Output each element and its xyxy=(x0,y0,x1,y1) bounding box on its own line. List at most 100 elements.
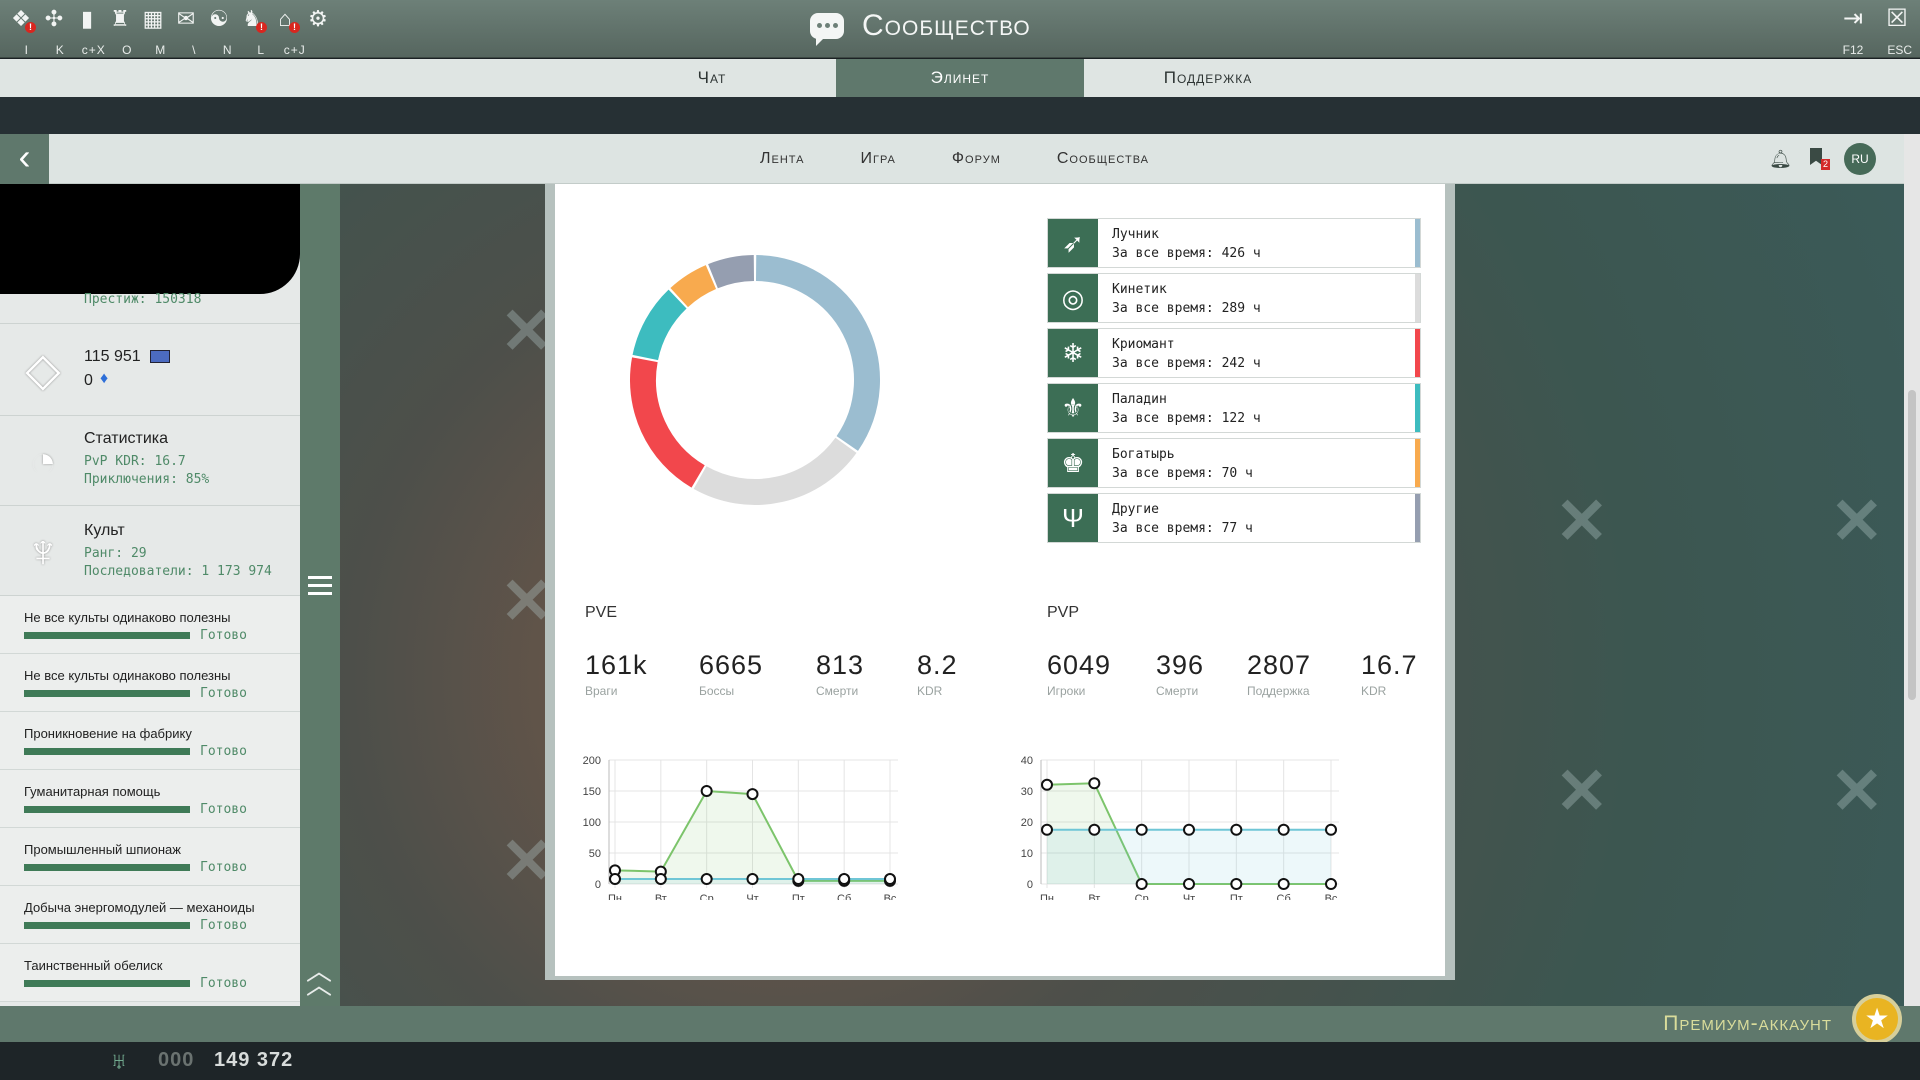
class-row-paladin[interactable]: ⚜ Паладин За все время: 122 ч xyxy=(1047,383,1421,433)
donut-slice[interactable] xyxy=(630,357,706,488)
class-name: Паладин xyxy=(1112,392,1167,407)
character-icon[interactable]: ♜ xyxy=(105,4,135,34)
quest-item[interactable]: Добыча энергомодулей — механоиды Готово xyxy=(0,886,300,944)
inventory-icon[interactable]: ❖! xyxy=(6,4,36,34)
premium-account-link[interactable]: Премиум-аккаунт xyxy=(1663,1012,1832,1036)
close-icon[interactable]: ☒ xyxy=(1884,6,1910,32)
house-icon[interactable]: ⌂! xyxy=(270,4,300,34)
nav-communities[interactable]: Сообщества xyxy=(1057,134,1149,184)
nav-feed[interactable]: Лента xyxy=(760,134,804,184)
diamond-icon: ◇ xyxy=(25,343,61,395)
data-point[interactable] xyxy=(746,788,759,801)
data-point[interactable] xyxy=(654,873,667,886)
profile-header: Престиж: 150318 xyxy=(0,184,300,324)
double-chevron-up-icon[interactable]: ︿ ︿ xyxy=(306,958,332,998)
scrollbar-thumb[interactable] xyxy=(1908,390,1916,700)
stats-icon[interactable]: ▮ xyxy=(72,4,102,34)
data-point[interactable] xyxy=(1041,823,1053,836)
data-point[interactable] xyxy=(700,785,713,797)
stats-block[interactable]: ◔ Статистика PvP KDR: 16.7 Приключения: … xyxy=(0,416,300,506)
class-row-cryomancer[interactable]: ❄ Криомант За все время: 242 ч xyxy=(1047,328,1421,378)
quest-item[interactable]: Проникновение на фабрику Готово xyxy=(0,712,300,770)
y-tick-label: 30 xyxy=(1021,786,1033,798)
settings-gear-icon[interactable]: ⚙ xyxy=(303,4,333,34)
cult-block[interactable]: ♆ Культ Ранг: 29 Последователи: 1 173 97… xyxy=(0,506,300,596)
class-time: За все время: 77 ч xyxy=(1112,521,1253,536)
data-point[interactable] xyxy=(700,873,713,886)
quest-item[interactable]: Таинственный обелиск Готово xyxy=(0,944,300,1002)
data-point[interactable] xyxy=(1325,823,1337,836)
donut-slice[interactable] xyxy=(755,255,880,451)
quest-status: Готово xyxy=(200,860,247,875)
class-time: За все время: 242 ч xyxy=(1112,356,1261,371)
y-tick-label: 20 xyxy=(1021,817,1033,829)
class-name: Другие xyxy=(1112,502,1159,517)
data-point[interactable] xyxy=(1041,778,1053,791)
donut-slice[interactable] xyxy=(632,289,687,361)
hamburger-menu-icon[interactable] xyxy=(308,576,332,600)
donut-slice[interactable] xyxy=(693,437,857,505)
language-button[interactable]: RU xyxy=(1844,143,1876,175)
data-point[interactable] xyxy=(1135,823,1148,836)
currency-leading-zeros: 000 xyxy=(158,1049,195,1071)
class-row-archer[interactable]: ➶ Лучник За все время: 426 ч xyxy=(1047,218,1421,268)
class-row-other[interactable]: Ψ Другие За все время: 77 ч xyxy=(1047,493,1421,543)
skills-icon[interactable]: ✣ xyxy=(39,4,69,34)
data-point[interactable] xyxy=(1230,878,1243,890)
map-icon[interactable]: ▦ xyxy=(138,4,168,34)
quest-item[interactable]: Не все культы одинаково полезны Готово xyxy=(0,596,300,654)
data-point[interactable] xyxy=(1183,878,1195,890)
page-scrollbar[interactable] xyxy=(1904,134,1920,1006)
sidebar-strip: ︿ ︿ xyxy=(300,184,340,1006)
class-color-bar xyxy=(1415,494,1420,542)
decor-x-icon: ✕ xyxy=(1555,755,1609,827)
data-point[interactable] xyxy=(1088,823,1101,836)
data-point[interactable] xyxy=(1230,823,1243,836)
data-point[interactable] xyxy=(1277,823,1290,836)
stat-label: KDR xyxy=(1361,684,1387,698)
tab-support[interactable]: Поддержка xyxy=(1084,59,1332,97)
exit-door-icon[interactable]: ⇥ xyxy=(1840,6,1866,32)
class-row-kinetic[interactable]: ◎ Кинетик За все время: 289 ч xyxy=(1047,273,1421,323)
handshake-icon[interactable]: ☯ xyxy=(204,4,234,34)
decor-x-icon: ✕ xyxy=(1555,485,1609,557)
class-name: Кинетик xyxy=(1112,282,1167,297)
cult-icon[interactable]: ♞! xyxy=(237,4,267,34)
game-toolbar: ❖! ✣ ▮ ♜ ▦ ✉ ☯ ♞! ⌂! ⚙ xyxy=(6,4,333,34)
quest-item[interactable]: Промышленный шпионаж Готово xyxy=(0,828,300,886)
tab-elinet[interactable]: Элинет xyxy=(836,59,1084,97)
data-point[interactable] xyxy=(1183,823,1195,836)
class-row-bogatyr[interactable]: ♚ Богатырь За все время: 70 ч xyxy=(1047,438,1421,488)
chat-icon[interactable]: ✉ xyxy=(171,4,201,34)
data-point[interactable] xyxy=(838,873,851,886)
x-tick-label: Пт xyxy=(792,893,805,900)
stats-title: Статистика xyxy=(84,430,169,447)
data-point[interactable] xyxy=(1088,777,1101,790)
data-point[interactable] xyxy=(609,873,621,886)
data-point[interactable] xyxy=(1277,878,1290,890)
back-button[interactable]: ‹ xyxy=(0,134,49,184)
data-point[interactable] xyxy=(746,873,759,886)
quest-item[interactable]: Не все культы одинаково полезны Готово xyxy=(0,654,300,712)
nav-forum[interactable]: Форум xyxy=(952,134,1001,184)
cult-title: Культ xyxy=(84,522,125,539)
bell-icon[interactable]: 🔔︎ xyxy=(1769,149,1792,170)
donut-slice[interactable] xyxy=(708,255,755,289)
nav-game[interactable]: Игра xyxy=(860,134,895,184)
class-name: Богатырь xyxy=(1112,447,1175,462)
hotkey: I xyxy=(24,43,29,57)
data-point[interactable] xyxy=(884,873,896,886)
data-point[interactable] xyxy=(1135,878,1148,890)
tab-chat[interactable]: Чат xyxy=(588,59,836,97)
donut-slice[interactable] xyxy=(670,265,717,308)
stat-label: Поддержка xyxy=(1247,684,1310,698)
cult-rank: Ранг: 29 xyxy=(84,546,147,561)
bookmark-button[interactable]: 2 xyxy=(1810,148,1830,170)
data-point[interactable] xyxy=(1325,878,1337,890)
hotkey: c+X xyxy=(81,43,106,57)
quest-item[interactable]: Гуманитарная помощь Готово xyxy=(0,770,300,828)
data-point[interactable] xyxy=(792,873,805,886)
pve-stat: 813 Смерти xyxy=(816,650,864,698)
star-badge-icon[interactable]: ★ xyxy=(1852,994,1902,1044)
statistics-icon: ◔ xyxy=(29,435,57,487)
